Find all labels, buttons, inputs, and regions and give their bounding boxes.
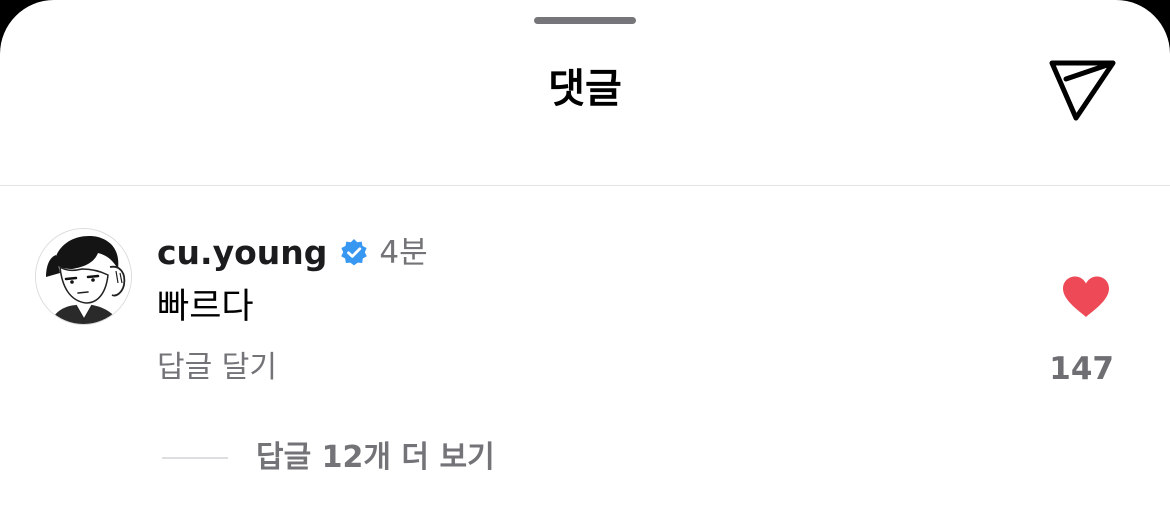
username[interactable]: cu.young: [157, 231, 327, 275]
comment-header: cu.young 4분: [157, 230, 428, 276]
header-divider: [0, 185, 1170, 186]
avatar-illustration: [36, 229, 131, 324]
view-more-replies-button[interactable]: 답글 12개 더 보기: [162, 436, 495, 480]
verified-badge-icon: [339, 238, 369, 268]
avatar[interactable]: [35, 228, 132, 325]
reply-button[interactable]: 답글 달기: [157, 347, 277, 389]
heart-filled-icon: [1063, 276, 1109, 317]
comment-timestamp: 4분: [379, 235, 428, 271]
comment-text: 빠르다: [157, 287, 254, 327]
like-count: 147: [1049, 351, 1114, 387]
like-button[interactable]: [1058, 272, 1114, 322]
view-more-replies-label: 답글 12개 더 보기: [256, 440, 495, 475]
paper-plane-icon: [1049, 60, 1116, 121]
sheet-grabber[interactable]: [534, 17, 636, 24]
comments-sheet: 댓글 cu.young 4분 빠르다 답글 달기 147 답글 12개 더 보기: [0, 0, 1170, 528]
share-button[interactable]: [1044, 56, 1120, 124]
sheet-title: 댓글: [548, 66, 622, 112]
replies-divider-line: [162, 457, 228, 459]
